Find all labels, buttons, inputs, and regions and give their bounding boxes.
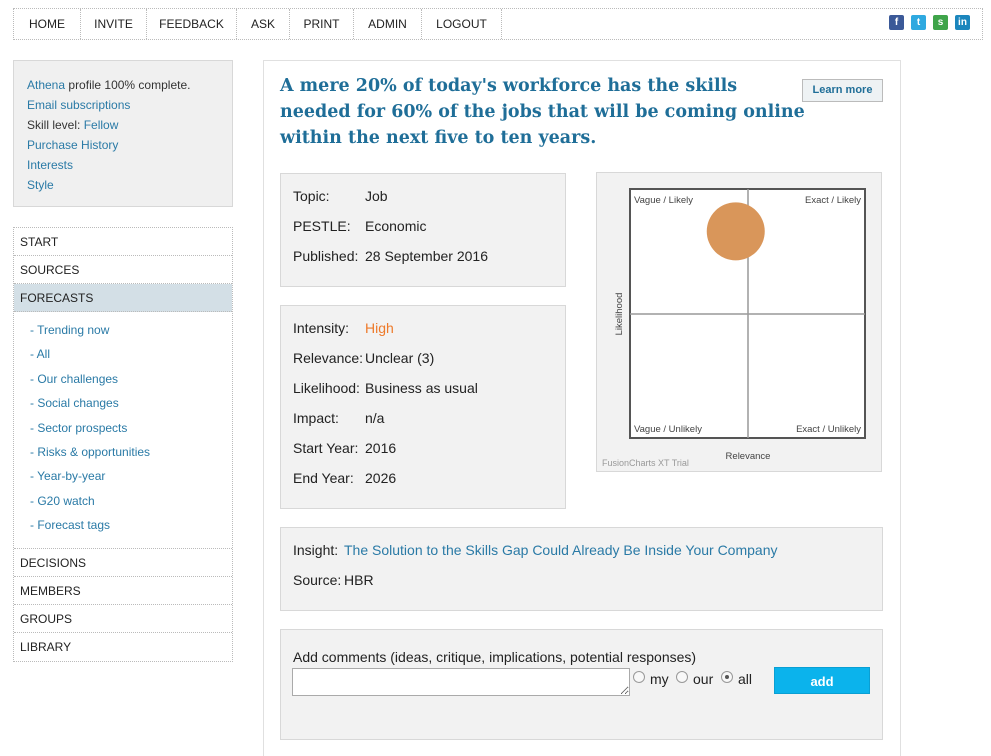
- sub-item-trending[interactable]: - Trending now: [30, 318, 232, 342]
- sidebar-item-library[interactable]: LIBRARY: [14, 633, 232, 661]
- profile-box: Athena profile 100% complete. Email subs…: [13, 60, 233, 207]
- insight-label: Insight:: [293, 542, 339, 558]
- sidebar-item-start[interactable]: START: [14, 228, 232, 256]
- sub-item-sector[interactable]: - Sector prospects: [30, 416, 232, 440]
- nav-ask[interactable]: ASK: [237, 9, 290, 39]
- source-label: Source:: [293, 572, 342, 588]
- page-title: A mere 20% of today's workforce has the …: [280, 76, 805, 148]
- end-year-value: 2026: [365, 470, 397, 486]
- chart-svg: Vague / Likely Exact / Likely Vague / Un…: [602, 188, 866, 468]
- sub-item-social[interactable]: - Social changes: [30, 391, 232, 415]
- topic-value: Job: [365, 188, 388, 204]
- email-subscriptions-link[interactable]: Email subscriptions: [27, 98, 130, 112]
- assessment-panel: Intensity: High Relevance: Unclear (3) Lik…: [280, 305, 566, 509]
- start-year-label: Start Year:: [293, 440, 359, 456]
- chart-bubble-0[interactable]: [706, 202, 765, 261]
- bubble-layer: [706, 202, 765, 261]
- profile-status: Athena profile 100% complete.: [27, 75, 232, 95]
- y-axis-label: Likelihood: [614, 293, 625, 336]
- twitter-icon[interactable]: t: [911, 15, 926, 30]
- radio-all-label: all: [738, 671, 753, 687]
- sidebar-item-decisions[interactable]: DECISIONS: [14, 549, 232, 577]
- x-axis-label: Relevance: [726, 451, 771, 462]
- published-label: Published:: [293, 248, 359, 264]
- nav-invite[interactable]: INVITE: [81, 9, 147, 39]
- quadrant-label-exact-likely: Exact / Likely: [805, 195, 861, 206]
- insight-panel: Insight: The Solution to the Skills Gap C…: [280, 527, 883, 611]
- meta-panel: Topic: Job PESTLE: Economic Published: 28 S…: [280, 173, 566, 287]
- purchase-history-link[interactable]: Purchase History: [27, 138, 118, 152]
- source-value: HBR: [344, 572, 374, 588]
- start-year-value: 2016: [365, 440, 397, 456]
- quadrant-label-vague-likely: Vague / Likely: [634, 195, 693, 206]
- profile-name-link[interactable]: Athena: [27, 78, 65, 92]
- profile-complete-text: profile 100% complete.: [68, 78, 191, 92]
- radio-my[interactable]: [633, 671, 645, 683]
- radio-our-label: our: [693, 671, 714, 687]
- sub-item-challenges[interactable]: - Our challenges: [30, 367, 232, 391]
- sub-item-tags[interactable]: - Forecast tags: [30, 513, 232, 537]
- relevance-label: Relevance:: [293, 350, 364, 366]
- sidebar-item-sources[interactable]: SOURCES: [14, 256, 232, 284]
- insight-link[interactable]: The Solution to the Skills Gap Could Alr…: [344, 542, 777, 558]
- learn-more-button[interactable]: Learn more: [802, 79, 883, 102]
- skill-level-link[interactable]: Fellow: [84, 118, 119, 132]
- radio-our[interactable]: [676, 671, 688, 683]
- end-year-label: End Year:: [293, 470, 354, 486]
- sidebar-menu: START SOURCES FORECASTS - Trending now -…: [13, 227, 233, 662]
- sidebar-item-members[interactable]: MEMBERS: [14, 577, 232, 605]
- sub-item-risks[interactable]: - Risks & opportunities: [30, 440, 232, 464]
- relevance-value: Unclear (3): [365, 350, 435, 366]
- impact-label: Impact:: [293, 410, 339, 426]
- stumbleupon-icon[interactable]: s: [933, 15, 948, 30]
- facebook-icon[interactable]: f: [889, 15, 904, 30]
- top-nav: HOME INVITE FEEDBACK ASK PRINT ADMIN LOG…: [13, 8, 983, 40]
- nav-feedback[interactable]: FEEDBACK: [147, 9, 237, 39]
- radio-my-label: my: [650, 671, 669, 687]
- nav-admin[interactable]: ADMIN: [354, 9, 422, 39]
- pestle-label: PESTLE:: [293, 218, 351, 234]
- nav-logout[interactable]: LOGOUT: [422, 9, 502, 39]
- intensity-value: High: [365, 320, 394, 336]
- sub-item-g20[interactable]: - G20 watch: [30, 489, 232, 513]
- sub-item-all[interactable]: - All: [30, 342, 232, 366]
- relevance-likelihood-chart: Vague / Likely Exact / Likely Vague / Un…: [596, 172, 882, 472]
- sidebar-item-groups[interactable]: GROUPS: [14, 605, 232, 633]
- pestle-value: Economic: [365, 218, 427, 234]
- style-link[interactable]: Style: [27, 178, 54, 192]
- comments-label: Add comments (ideas, critique, implicati…: [293, 649, 697, 665]
- quadrant-label-vague-unlikely: Vague / Unlikely: [634, 424, 702, 435]
- likelihood-value: Business as usual: [365, 380, 478, 396]
- radio-all[interactable]: [721, 671, 733, 683]
- topic-label: Topic:: [293, 188, 330, 204]
- linkedin-icon[interactable]: in: [955, 15, 970, 30]
- intensity-label: Intensity:: [293, 320, 350, 336]
- published-value: 28 September 2016: [365, 248, 488, 264]
- comment-textarea[interactable]: [292, 668, 630, 696]
- nav-home[interactable]: HOME: [14, 9, 81, 39]
- quadrant-label-exact-unlikely: Exact / Unlikely: [796, 424, 861, 435]
- nav-print[interactable]: PRINT: [290, 9, 354, 39]
- likelihood-label: Likelihood:: [293, 380, 360, 396]
- chart-credit: FusionCharts XT Trial: [602, 458, 689, 468]
- forecasts-submenu: - Trending now - All - Our challenges - …: [14, 312, 232, 549]
- impact-value: n/a: [365, 410, 385, 426]
- interests-link[interactable]: Interests: [27, 158, 73, 172]
- skill-level-label: Skill level:: [27, 118, 81, 132]
- sub-item-year[interactable]: - Year-by-year: [30, 464, 232, 488]
- add-comment-button[interactable]: add: [774, 667, 870, 694]
- sidebar-item-forecasts[interactable]: FORECASTS: [14, 284, 232, 312]
